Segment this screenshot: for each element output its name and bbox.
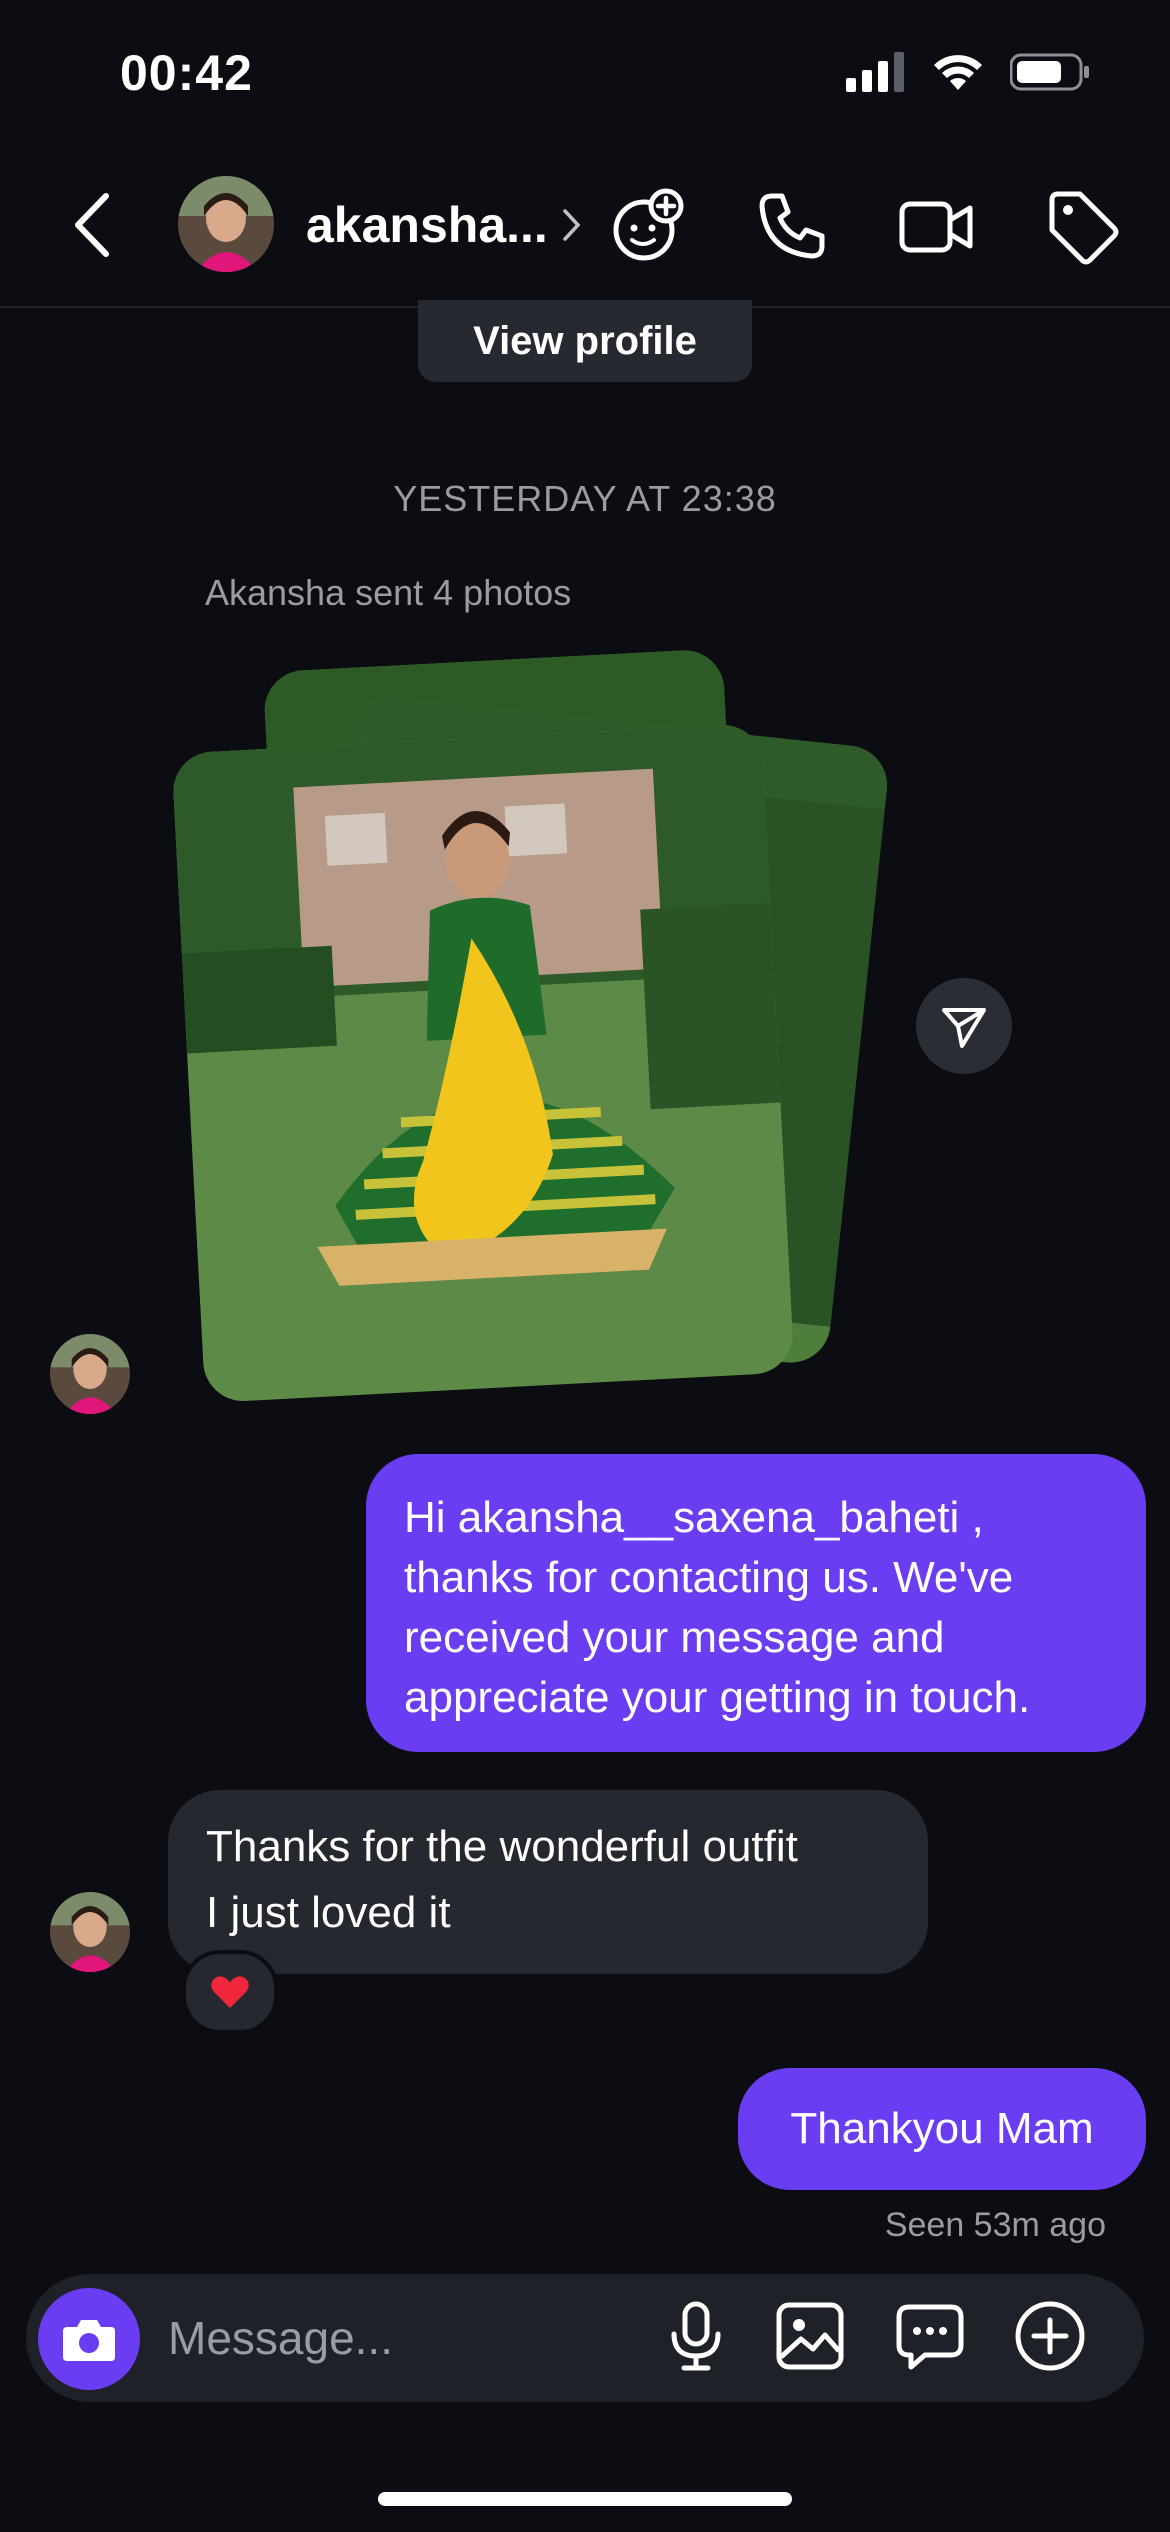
outgoing-message[interactable]: Hi akansha__saxena_baheti , thanks for c…	[366, 1454, 1146, 1752]
add-sticker-icon[interactable]	[608, 186, 688, 266]
incoming-message[interactable]: Thanks for the wonderful outfit I just l…	[168, 1790, 928, 1974]
chevron-right-icon[interactable]	[560, 205, 584, 245]
send-icon	[942, 1008, 986, 1048]
sender-avatar[interactable]	[50, 1892, 130, 1972]
status-icons	[846, 52, 1090, 92]
message-input[interactable]	[168, 2306, 608, 2370]
tag-icon[interactable]	[1042, 186, 1122, 266]
contact-avatar[interactable]	[178, 176, 274, 272]
add-more-button[interactable]	[1010, 2296, 1090, 2376]
battery-icon	[1010, 53, 1089, 91]
video-call-icon[interactable]	[896, 186, 976, 266]
message-line: appreciate your getting in touch.	[404, 1673, 1031, 1722]
message-line: received your message and	[404, 1613, 945, 1662]
gallery-button[interactable]	[770, 2296, 850, 2376]
date-separator: YESTERDAY AT 23:38	[393, 478, 777, 519]
seen-status: Seen 53m ago	[884, 2206, 1106, 2244]
sender-avatar[interactable]	[50, 1334, 130, 1414]
heart-reaction[interactable]	[182, 1950, 278, 2034]
photo-woman-in-green-dress	[171, 723, 795, 1403]
message-line: I just loved it	[206, 1888, 451, 1937]
cellular-signal-icon	[846, 52, 904, 92]
share-photo-button[interactable]	[916, 978, 1012, 1074]
home-indicator[interactable]	[378, 2492, 792, 2506]
photos-sent-note: Akansha sent 4 photos	[205, 572, 572, 613]
back-icon[interactable]	[64, 190, 124, 260]
microphone-icon	[671, 2301, 721, 2371]
image-icon	[776, 2302, 844, 2370]
stickers-button[interactable]	[890, 2296, 970, 2376]
outgoing-message[interactable]: Thankyou Mam	[738, 2068, 1146, 2190]
avatar-image	[50, 1334, 130, 1414]
message-line: thanks for contacting us. We've	[404, 1553, 1014, 1602]
chat-bubble-icon	[896, 2304, 964, 2370]
plus-circle-icon	[1015, 2301, 1085, 2371]
camera-icon	[63, 2320, 115, 2361]
status-time: 00:42	[120, 45, 253, 101]
avatar-image	[178, 176, 274, 272]
contact-name[interactable]: akansha...	[306, 196, 548, 254]
message-line: Thanks for the wonderful outfit	[206, 1822, 798, 1871]
microphone-button[interactable]	[656, 2296, 736, 2376]
avatar-image	[50, 1892, 130, 1972]
message-line: Hi akansha__saxena_baheti ,	[404, 1493, 984, 1542]
camera-button[interactable]	[38, 2288, 140, 2390]
view-profile-button[interactable]: View profile	[418, 300, 752, 382]
chat-header	[0, 150, 1170, 308]
photo-main[interactable]	[171, 723, 795, 1403]
phone-icon[interactable]	[752, 186, 832, 266]
wifi-icon	[934, 55, 982, 90]
heart-icon	[211, 1976, 249, 2008]
